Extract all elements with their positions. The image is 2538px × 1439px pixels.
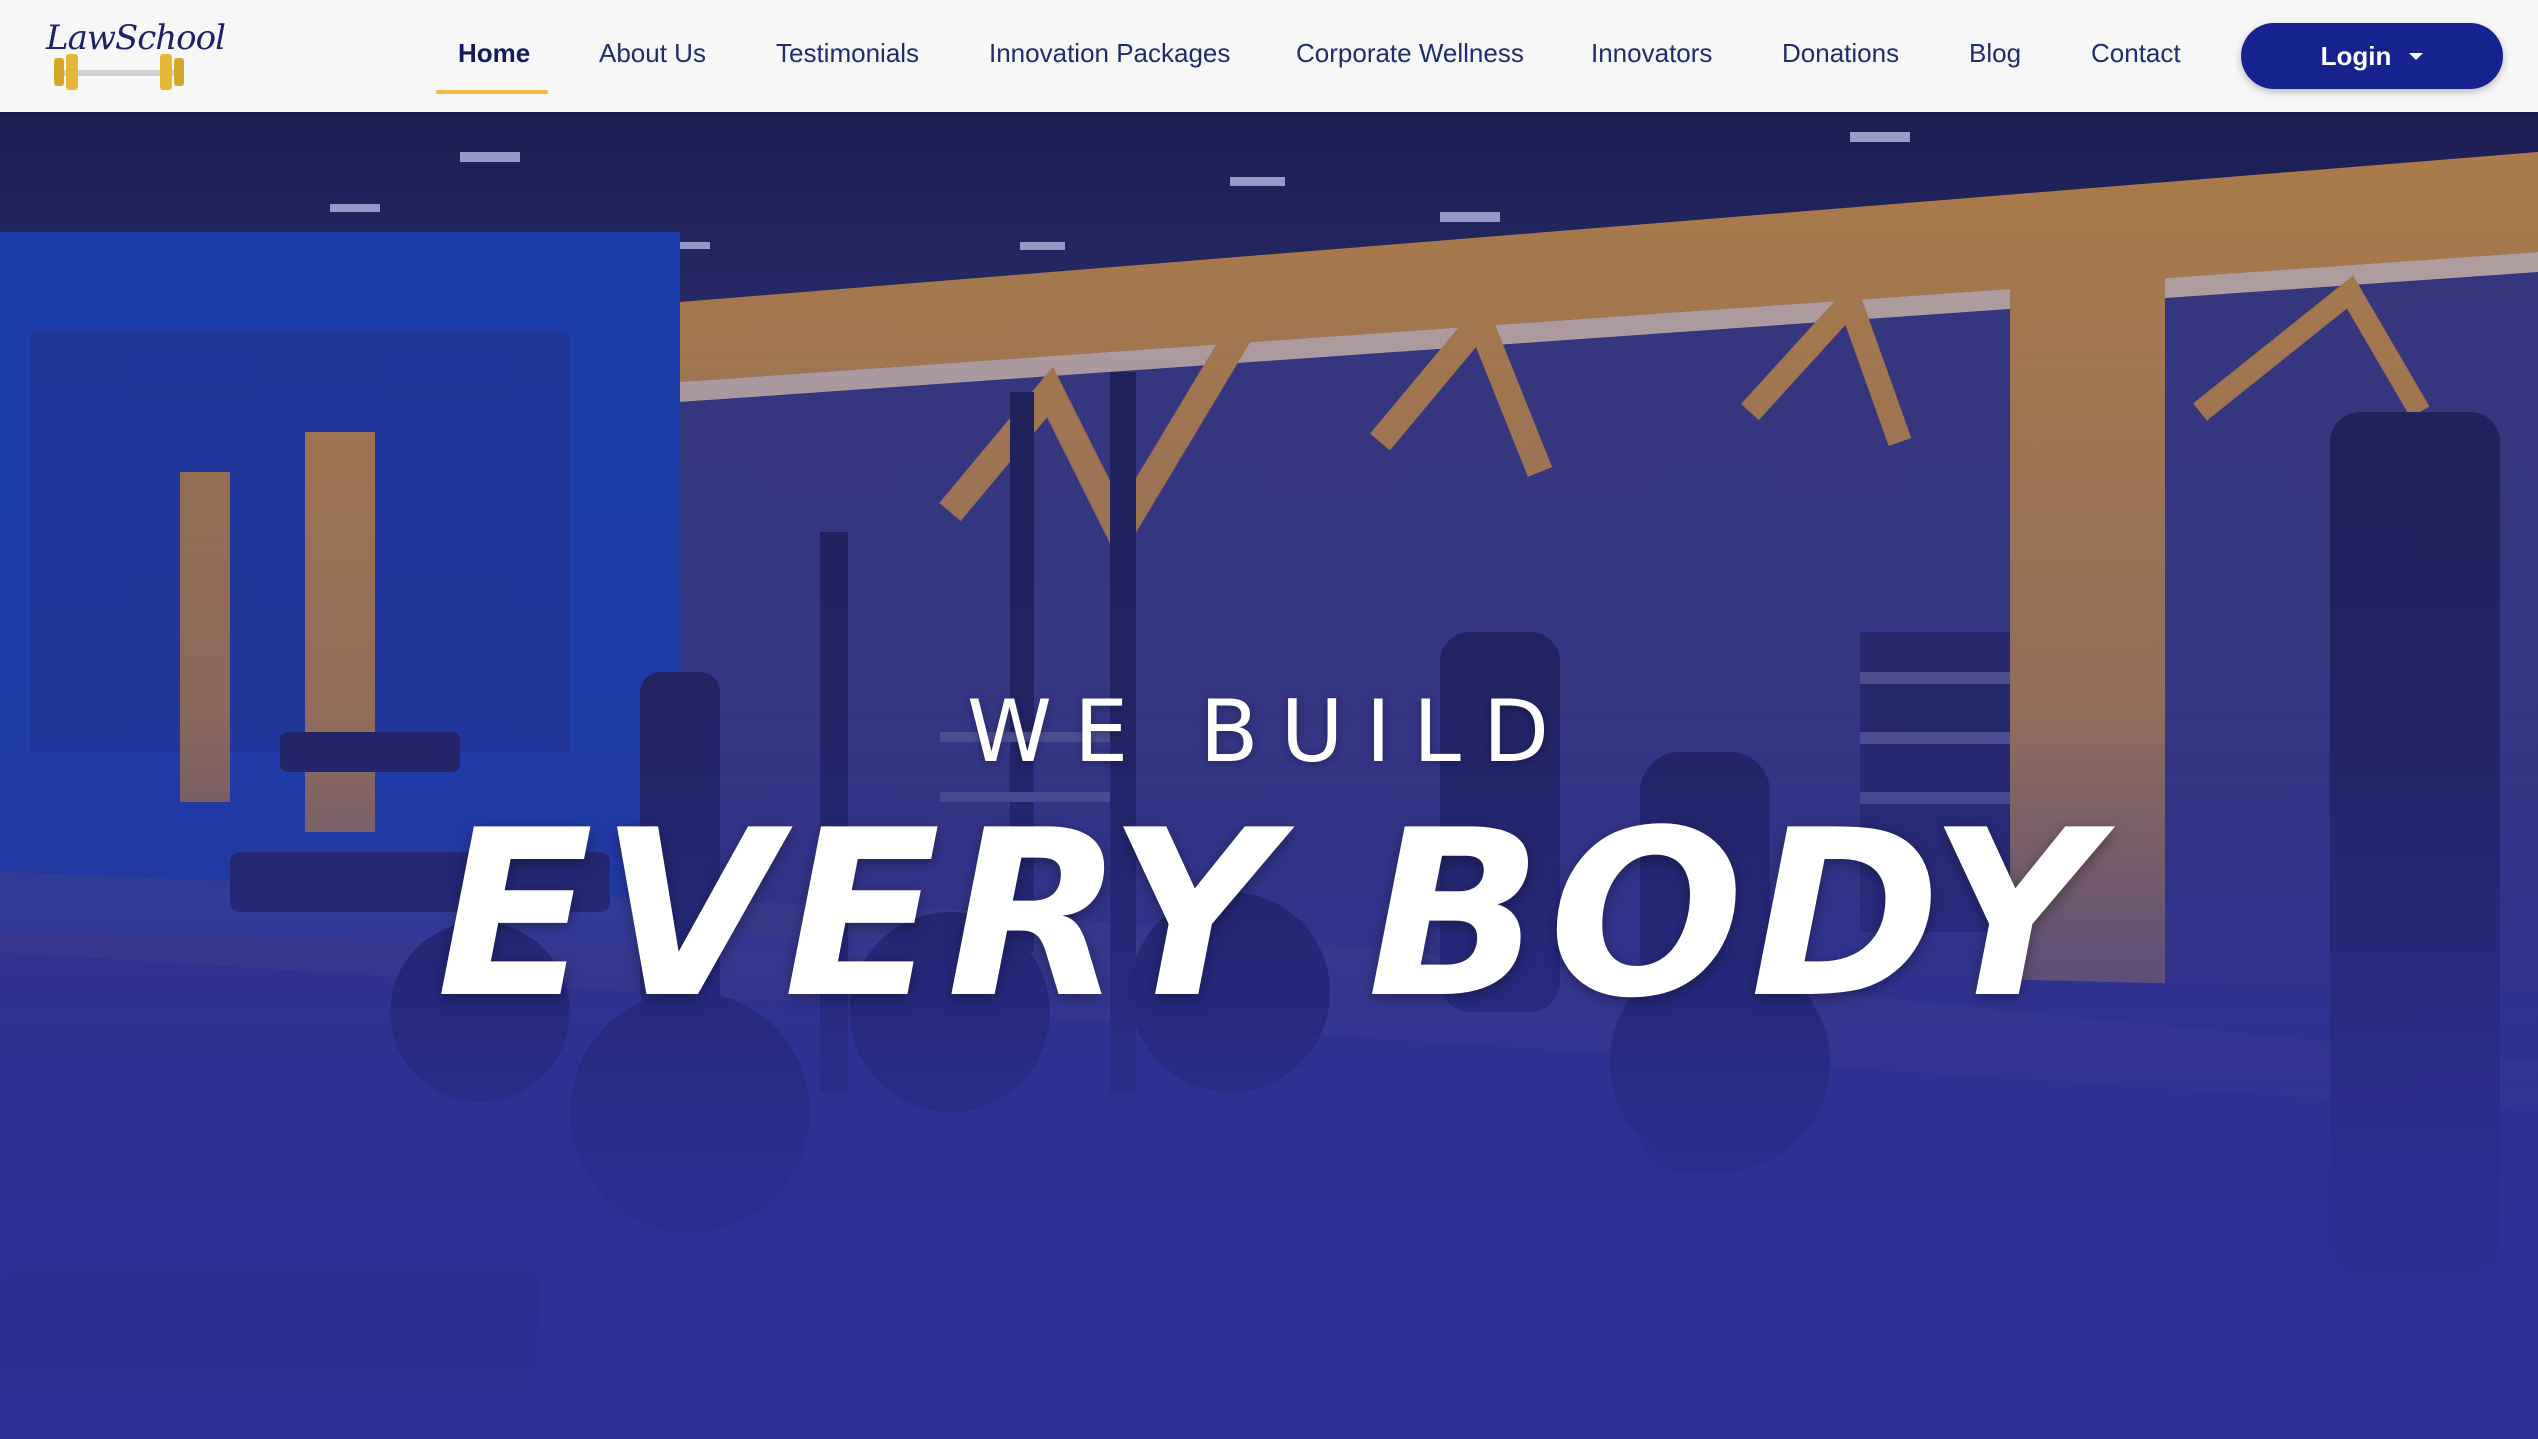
login-button[interactable]: Login — [2241, 23, 2503, 89]
active-nav-indicator — [436, 90, 548, 94]
main-nav: Home About Us Testimonials Innovation Pa… — [0, 0, 2538, 112]
nav-item-testimonials[interactable]: Testimonials — [776, 38, 919, 69]
nav-item-blog[interactable]: Blog — [1969, 38, 2021, 69]
hero-title: EVERY BODY — [436, 782, 2102, 1049]
hero-subtitle: WE BUILD — [966, 682, 1572, 782]
nav-item-contact[interactable]: Contact — [2091, 38, 2181, 69]
top-navbar: LawSchool Home About Us Testimonials Inn… — [0, 0, 2538, 112]
login-label: Login — [2320, 40, 2392, 71]
nav-item-innovators[interactable]: Innovators — [1591, 38, 1712, 69]
nav-item-innovation-packages[interactable]: Innovation Packages — [989, 38, 1230, 69]
hero-section: WE BUILD EVERY BODY — [0, 112, 2538, 1439]
nav-item-home[interactable]: Home — [458, 38, 530, 69]
nav-item-about-us[interactable]: About Us — [599, 38, 706, 69]
nav-item-corporate-wellness[interactable]: Corporate Wellness — [1296, 38, 1524, 69]
nav-item-donations[interactable]: Donations — [1782, 38, 1899, 69]
caret-down-icon — [2409, 52, 2424, 60]
